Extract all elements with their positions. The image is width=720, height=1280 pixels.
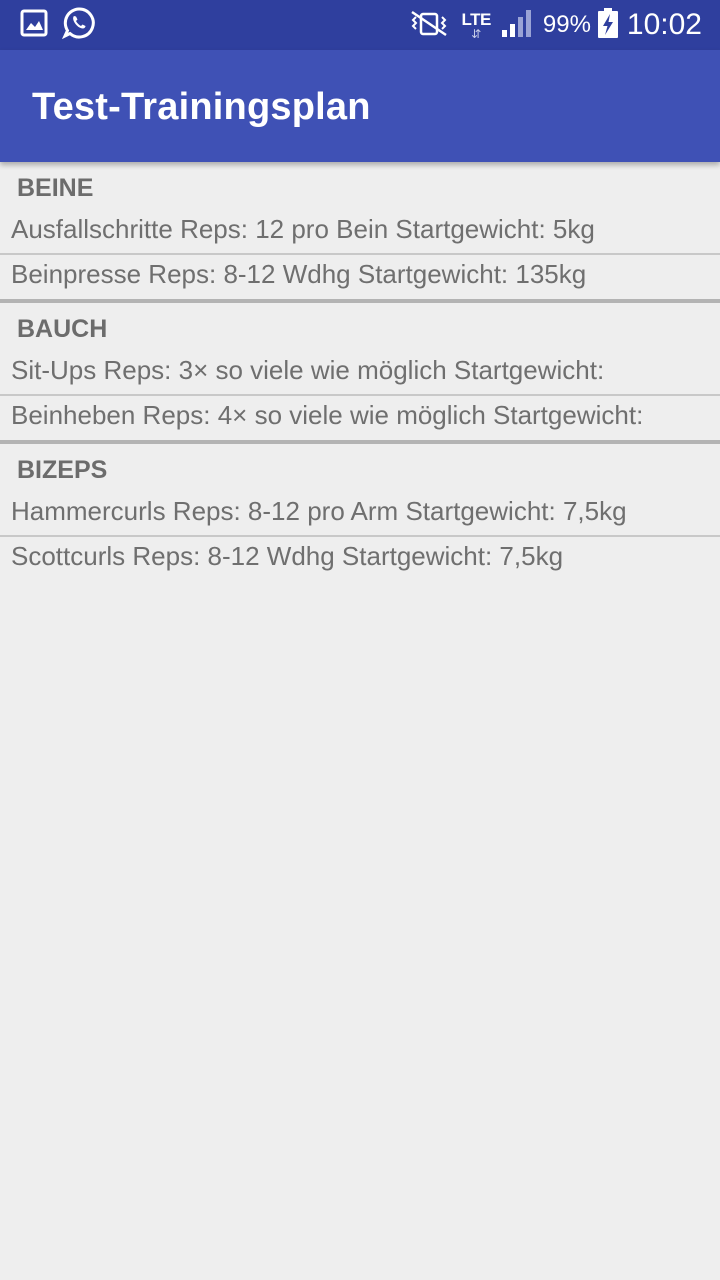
exercise-item[interactable]: Hammercurls Reps: 8-12 pro Arm Startgewi… [0, 492, 720, 535]
network-type-label: LTE [461, 9, 492, 29]
clock: 10:02 [626, 8, 702, 41]
section-header-bizeps: BIZEPS [17, 456, 108, 484]
signal-icon [501, 8, 533, 43]
exercise-item[interactable]: Sit-Ups Reps: 3× so viele wie möglich St… [0, 351, 720, 394]
exercise-item[interactable]: Ausfallschritte Reps: 12 pro Bein Startg… [0, 210, 720, 253]
app-bar: Test-Trainingsplan [0, 50, 720, 162]
battery-percent: 99% [542, 11, 591, 38]
training-plan-list: BEINE Ausfallschritte Reps: 12 pro Bein … [0, 162, 720, 580]
whatsapp-icon [61, 6, 96, 45]
lte-icon: LTE ⇵ [461, 9, 492, 41]
gallery-notification-icon [20, 9, 48, 42]
section-header-beine: BEINE [17, 174, 94, 202]
section-header-bauch: BAUCH [17, 315, 108, 343]
status-bar-system: LTE ⇵ 99% 10:02 [406, 0, 702, 50]
exercise-item[interactable]: Beinpresse Reps: 8-12 Wdhg Startgewicht:… [0, 255, 720, 298]
network-activity-arrows: ⇵ [471, 26, 482, 41]
page-title: Test-Trainingsplan [32, 86, 371, 128]
exercise-item[interactable]: Scottcurls Reps: 8-12 Wdhg Startgewicht:… [0, 537, 720, 580]
vibrate-icon [406, 9, 452, 42]
exercise-item[interactable]: Beinheben Reps: 4× so viele wie möglich … [0, 396, 720, 439]
battery-charging-icon [597, 7, 619, 44]
status-bar: LTE ⇵ 99% 10:02 [0, 0, 720, 50]
status-bar-notifications [20, 6, 110, 45]
